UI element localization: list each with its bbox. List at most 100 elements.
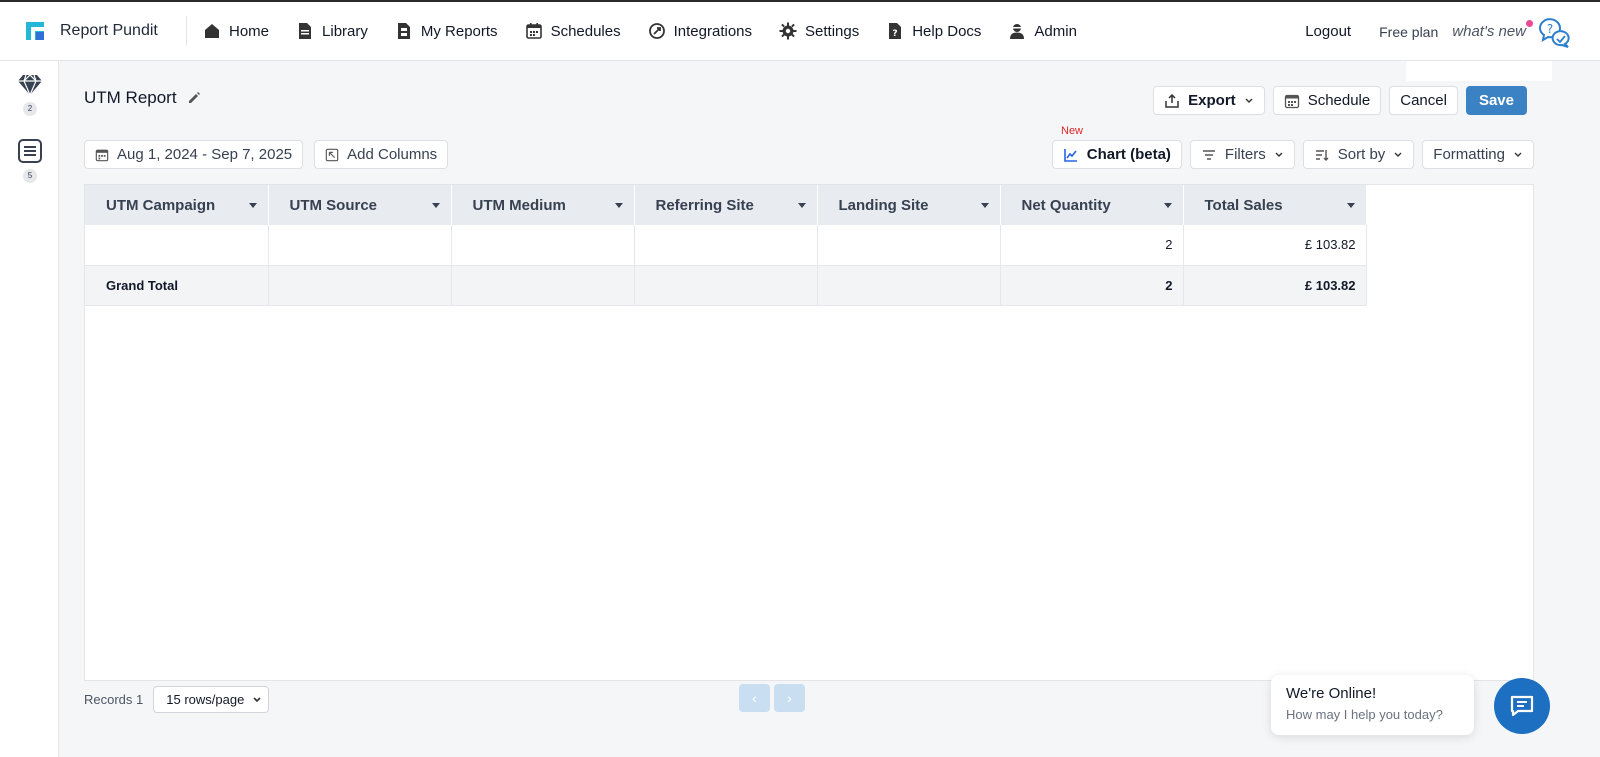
formatting-button[interactable]: Formatting — [1422, 140, 1534, 169]
chevron-down-icon — [1514, 152, 1522, 157]
main-nav: Home Library My Reports Schedules Integr… — [203, 22, 1104, 40]
nav-admin[interactable]: Admin — [1008, 22, 1077, 40]
filters-button[interactable]: Filters — [1189, 140, 1295, 169]
nav-help-docs[interactable]: ? Help Docs — [886, 22, 981, 40]
rail-item-list[interactable]: 5 — [16, 138, 44, 183]
caret-down-icon[interactable] — [431, 203, 440, 208]
nav-library-label: Library — [322, 22, 368, 40]
nav-my-reports[interactable]: My Reports — [395, 22, 498, 40]
calendar-icon — [95, 149, 109, 161]
nav-library[interactable]: Library — [296, 22, 368, 40]
svg-text:?: ? — [893, 29, 898, 39]
cancel-label: Cancel — [1400, 92, 1447, 109]
chart-button[interactable]: Chart (beta) — [1051, 140, 1182, 169]
column-header-net-quantity[interactable]: Net Quantity — [1000, 185, 1184, 225]
schedule-button[interactable]: Schedule — [1272, 86, 1382, 115]
chat-greeting[interactable]: We're Online! How may I help you today? — [1271, 675, 1474, 735]
svg-text:?: ? — [1547, 22, 1553, 36]
chevron-down-icon — [1275, 152, 1283, 157]
nav-home-label: Home — [229, 22, 270, 40]
column-header-landing-site[interactable]: Landing Site — [817, 185, 1001, 225]
caret-down-icon[interactable] — [980, 203, 989, 208]
column-header-total-sales[interactable]: Total Sales — [1183, 185, 1367, 225]
whats-new-link[interactable]: what's new — [1452, 20, 1533, 40]
table-cell — [268, 225, 452, 266]
document-icon — [299, 23, 312, 39]
column-header-label: Referring Site — [655, 196, 754, 214]
nav-settings[interactable]: Settings — [779, 22, 859, 40]
calendar-icon — [1284, 94, 1299, 108]
add-columns-button[interactable]: Add Columns — [314, 140, 449, 169]
page-title: UTM Report — [84, 88, 177, 107]
nav-integrations[interactable]: Integrations — [648, 22, 752, 40]
table-cell: £ 103.82 — [1183, 225, 1367, 266]
pagination: ‹ › — [739, 684, 809, 712]
sort-icon — [1315, 149, 1329, 161]
caret-down-icon[interactable] — [797, 203, 806, 208]
report-table: UTM Campaign UTM Source UTM Medium Refer… — [85, 185, 1367, 306]
rows-per-page-select[interactable]: 15 rows/page — [153, 686, 270, 713]
table-cell — [451, 265, 635, 306]
report-title-row: UTM Report — [84, 88, 201, 108]
chat-launcher-button[interactable] — [1494, 678, 1550, 734]
prev-page-button[interactable]: ‹ — [739, 684, 770, 712]
logout-link[interactable]: Logout — [1305, 23, 1351, 40]
table-cell — [634, 225, 818, 266]
table-cell — [634, 265, 818, 306]
caret-down-icon[interactable] — [614, 203, 623, 208]
nav-right: Logout Free plan what's new ? — [1305, 2, 1600, 61]
help-doc-icon: ? — [889, 23, 902, 39]
nav-home[interactable]: Home — [203, 22, 269, 40]
nav-settings-label: Settings — [805, 22, 860, 40]
sort-by-label: Sort by — [1337, 146, 1386, 163]
caret-down-icon[interactable] — [1163, 203, 1172, 208]
chat-title: We're Online! — [1286, 685, 1377, 702]
pencil-icon[interactable] — [187, 91, 201, 105]
plan-label[interactable]: Free plan — [1379, 24, 1438, 40]
column-header-utm-source[interactable]: UTM Source — [268, 185, 452, 225]
table-cell — [268, 265, 452, 306]
rail-item-premium[interactable]: 2 — [16, 71, 44, 116]
nav-schedules[interactable]: Schedules — [525, 22, 621, 40]
gear-icon — [779, 22, 797, 40]
calendar-icon — [525, 23, 542, 39]
date-range-picker[interactable]: Aug 1, 2024 - Sep 7, 2025 — [84, 140, 304, 169]
column-header-utm-campaign[interactable]: UTM Campaign — [85, 185, 269, 225]
column-header-referring-site[interactable]: Referring Site — [634, 185, 818, 225]
save-label: Save — [1478, 92, 1514, 109]
filter-icon — [1202, 149, 1215, 160]
nav-schedules-label: Schedules — [550, 22, 621, 40]
rail-badge: 5 — [23, 169, 37, 183]
grand-total-row: Grand Total 2 £ 103.82 — [85, 265, 1367, 306]
schedule-label: Schedule — [1307, 92, 1371, 109]
table-cell — [817, 225, 1001, 266]
cancel-button[interactable]: Cancel — [1389, 86, 1458, 115]
column-header-utm-medium[interactable]: UTM Medium — [451, 185, 635, 225]
rail-badge: 2 — [23, 102, 37, 116]
rows-per-page-value: 15 rows/page — [166, 692, 245, 707]
column-header-label: UTM Source — [289, 196, 378, 214]
caret-down-icon[interactable] — [1346, 203, 1355, 208]
caret-down-icon[interactable] — [248, 203, 257, 208]
top-navbar: Report Pundit Home Library My Reports Sc… — [0, 0, 1600, 61]
line-chart-icon — [1063, 148, 1077, 162]
whats-new-label: what's new — [1452, 23, 1526, 40]
brand-name: Report Pundit — [60, 22, 158, 39]
table-cell: 2 — [1000, 225, 1184, 266]
table-row: 2 £ 103.82 — [85, 225, 1367, 266]
help-chat-icon[interactable]: ? — [1536, 14, 1572, 50]
export-button[interactable]: Export — [1153, 86, 1265, 115]
grand-total-label: Grand Total — [85, 265, 269, 306]
table-footer: Records 1 15 rows/page — [84, 686, 270, 713]
save-button[interactable]: Save — [1465, 86, 1527, 115]
toolbar-left: Aug 1, 2024 - Sep 7, 2025 Add Columns — [84, 140, 459, 169]
table-cell — [451, 225, 635, 266]
next-page-button[interactable]: › — [774, 684, 805, 712]
add-columns-label: Add Columns — [347, 146, 438, 163]
toolbar-right: Chart (beta) Filters Sort by Formatting — [1044, 140, 1534, 169]
brand[interactable]: Report Pundit — [0, 16, 187, 46]
home-icon — [205, 24, 219, 38]
sort-by-button[interactable]: Sort by — [1302, 140, 1415, 169]
left-rail: 2 5 — [0, 61, 59, 757]
report-actions: Export Schedule Cancel Save — [1145, 86, 1527, 115]
